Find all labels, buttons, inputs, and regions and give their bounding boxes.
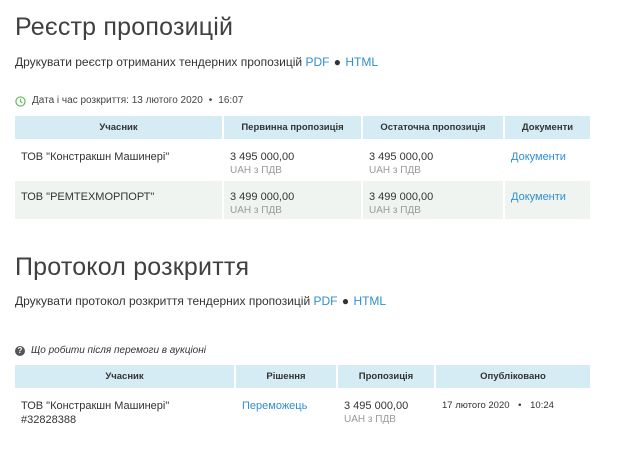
- opening-date: Дата і час розкриття: 13 лютого 2020 • 1…: [15, 94, 243, 108]
- table-row: ТОВ "РЕМТЕХМОРПОРТ" 3 499 000,00 UAH з П…: [15, 179, 590, 219]
- registry-print-text: Друкувати реєстр отриманих тендерних про…: [15, 55, 303, 69]
- offer-vat: UAH з ПДВ: [344, 414, 396, 425]
- col-header-participant: Учасник: [15, 116, 222, 139]
- registry-pdf-link[interactable]: PDF: [305, 55, 329, 69]
- registry-print-line: Друкувати реєстр отриманих тендерних про…: [15, 54, 378, 70]
- final-amount: 3 495 000,00: [369, 151, 434, 163]
- table-row: ТОВ "Констракшн Машинері" #32828388 Пере…: [15, 388, 590, 430]
- question-circle-icon: ?: [15, 346, 25, 356]
- documents-link[interactable]: Документи: [511, 191, 566, 203]
- col-header-published: Опубліковано: [434, 365, 590, 388]
- help-text[interactable]: Що робити після перемоги в аукціоні: [31, 344, 206, 358]
- protocol-print-text: Друкувати протокол розкриття тендерних п…: [15, 294, 311, 308]
- protocol-separator: ●: [341, 294, 350, 308]
- opening-date-label: Дата і час розкриття: 13 лютого 2020: [32, 95, 203, 106]
- initial-amount: 3 499 000,00: [230, 191, 295, 203]
- table-row: ТОВ "Констракшн Машинері" 3 495 000,00 U…: [15, 139, 590, 179]
- protocol-html-link[interactable]: HTML: [353, 294, 386, 308]
- published-bullet: •: [518, 400, 522, 411]
- initial-vat: UAH з ПДВ: [230, 165, 282, 176]
- published-time: 10:24: [530, 400, 554, 411]
- documents-link[interactable]: Документи: [511, 151, 566, 163]
- participant-name: ТОВ "РЕМТЕХМОРПОРТ": [21, 191, 155, 203]
- participant-name: ТОВ "Констракшн Машинері": [21, 400, 170, 412]
- col-header-documents: Документи: [503, 116, 590, 139]
- final-vat: UAH з ПДВ: [369, 205, 421, 216]
- clock-icon: [15, 95, 26, 107]
- col-header-participant: Учасник: [15, 365, 234, 388]
- registry-html-link[interactable]: HTML: [345, 55, 378, 69]
- protocol-title: Протокол розкриття: [15, 253, 250, 281]
- protocol-pdf-link[interactable]: PDF: [314, 294, 338, 308]
- registry-table: Учасник Первинна пропозиція Остаточна пр…: [15, 116, 590, 219]
- winner-link[interactable]: Переможець: [242, 400, 307, 412]
- final-vat: UAH з ПДВ: [369, 165, 421, 176]
- protocol-table: Учасник Рішення Пропозиція Опубліковано …: [15, 365, 590, 430]
- opening-time: 16:07: [218, 95, 244, 106]
- published-date: 17 лютого 2020: [442, 400, 510, 411]
- initial-vat: UAH з ПДВ: [230, 205, 282, 216]
- final-amount: 3 499 000,00: [369, 191, 434, 203]
- protocol-header-row: Учасник Рішення Пропозиція Опубліковано: [15, 365, 590, 388]
- col-header-decision: Рішення: [234, 365, 336, 388]
- date-bullet: •: [208, 95, 213, 106]
- participant-id: #32828388: [21, 414, 77, 426]
- participant-name: ТОВ "Констракшн Машинері": [21, 151, 170, 163]
- col-header-offer: Пропозиція: [336, 365, 434, 388]
- offer-amount: 3 495 000,00: [344, 400, 409, 412]
- initial-amount: 3 495 000,00: [230, 151, 295, 163]
- col-header-initial-offer: Первинна пропозиція: [222, 116, 361, 139]
- registry-header-row: Учасник Первинна пропозиція Остаточна пр…: [15, 116, 590, 139]
- protocol-print-line: Друкувати протокол розкриття тендерних п…: [15, 293, 386, 309]
- registry-separator: ●: [333, 55, 342, 69]
- registry-title: Реєстр пропозицій: [15, 13, 234, 41]
- help-after-win[interactable]: ? Що робити після перемоги в аукціоні: [15, 344, 206, 358]
- col-header-final-offer: Остаточна пропозиція: [361, 116, 503, 139]
